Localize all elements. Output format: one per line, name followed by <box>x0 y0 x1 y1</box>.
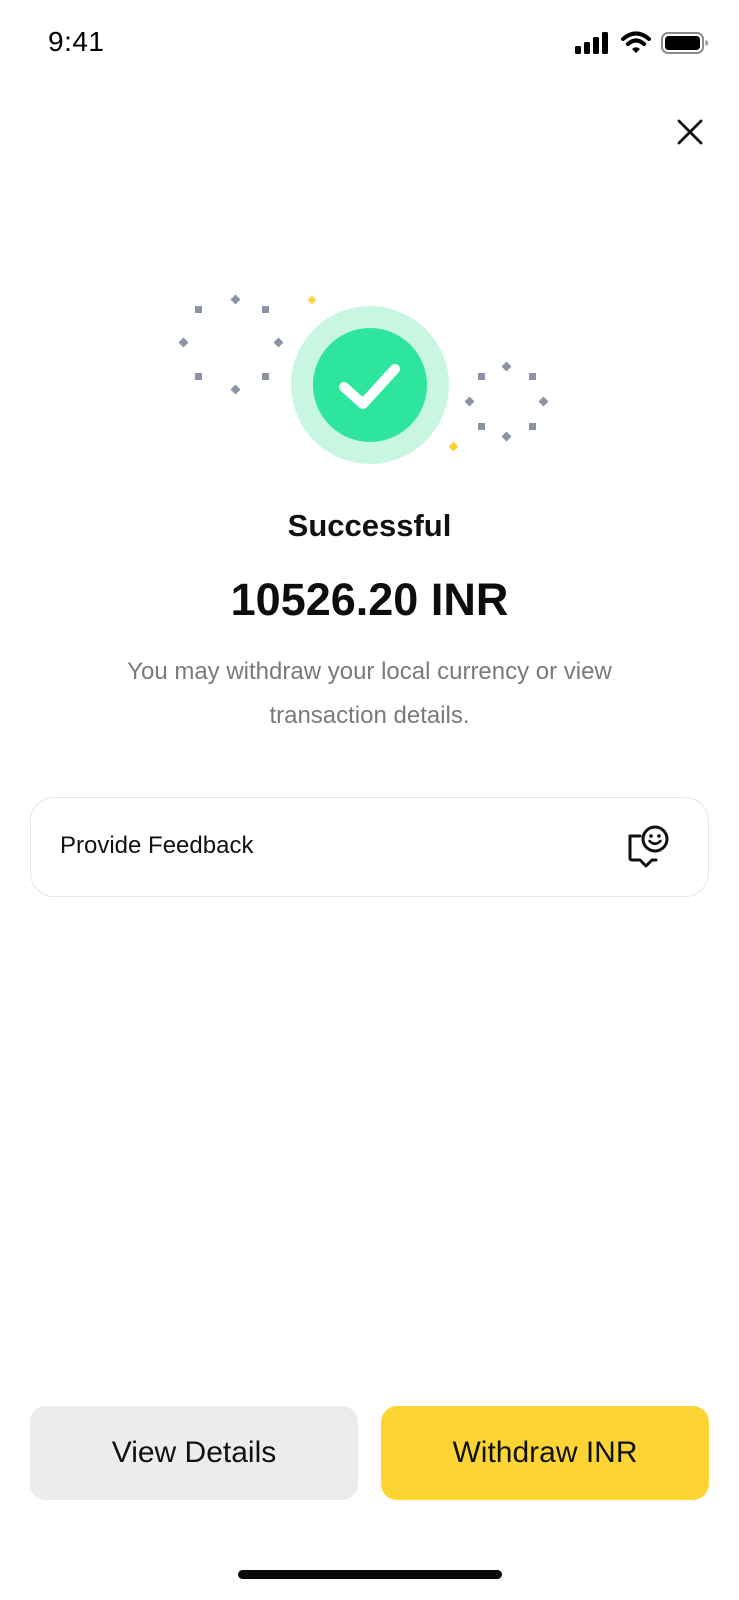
status-time: 9:41 <box>48 26 105 57</box>
feedback-smile-icon <box>626 824 672 870</box>
result-description: You may withdraw your local currency or … <box>127 658 612 729</box>
status-icons <box>575 30 709 60</box>
home-indicator <box>238 1570 502 1579</box>
result-title: Successful <box>287 508 452 543</box>
withdraw-inr-button[interactable]: Withdraw INR <box>381 1406 709 1500</box>
confetti-right <box>464 361 549 442</box>
battery-icon <box>661 31 709 60</box>
confetti-left <box>178 294 284 395</box>
view-details-button[interactable]: View Details <box>30 1406 358 1500</box>
signal-icon <box>575 31 611 60</box>
status-bar: 9:41 <box>0 0 739 90</box>
feedback-label: Provide Feedback <box>60 832 254 859</box>
provide-feedback-card[interactable]: Provide Feedback <box>30 797 709 897</box>
result-amount: 10526.20 INR <box>230 574 509 625</box>
close-icon <box>676 118 704 151</box>
close-button[interactable] <box>668 112 712 156</box>
success-illustration <box>170 280 570 470</box>
wifi-icon <box>621 31 651 60</box>
